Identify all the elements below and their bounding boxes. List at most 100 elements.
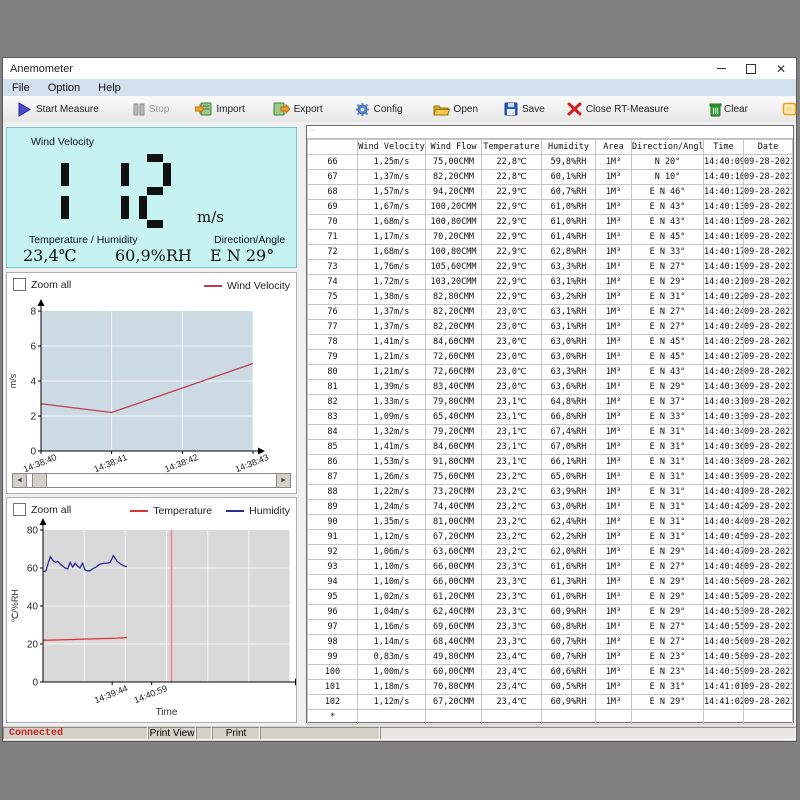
table-cell[interactable]: 1M³ (596, 215, 632, 230)
table-cell[interactable]: 22,9℃ (482, 185, 542, 200)
table-cell[interactable]: 60,7%RH (542, 185, 596, 200)
table-cell[interactable]: 65,0%RH (542, 470, 596, 485)
table-cell[interactable]: 61,0%RH (542, 200, 596, 215)
table-cell[interactable]: 1,67m/s (358, 200, 426, 215)
table-cell[interactable]: 23,1℃ (482, 410, 542, 425)
table-cell[interactable]: 1M³ (596, 395, 632, 410)
table-cell[interactable]: 67,20CMM (426, 530, 482, 545)
table-cell[interactable]: 23,0℃ (482, 305, 542, 320)
table-cell[interactable]: 83,40CMM (426, 380, 482, 395)
table-row[interactable]: 981,14m/s68,40CMM23,3℃60,7%RH1M³E N 27°1… (308, 635, 793, 650)
table-cell[interactable] (704, 710, 744, 725)
table-row[interactable]: 971,16m/s69,60CMM23,3℃60,8%RH1M³E N 27°1… (308, 620, 793, 635)
table-cell[interactable]: 84,60CMM (426, 440, 482, 455)
table-cell[interactable]: 14:40:12 (704, 185, 744, 200)
print-button[interactable]: Print (212, 727, 260, 740)
table-cell[interactable]: 85 (308, 440, 358, 455)
table-cell[interactable]: 23,0℃ (482, 320, 542, 335)
table-cell[interactable]: 22,9℃ (482, 290, 542, 305)
table-cell[interactable]: 61,0%RH (542, 215, 596, 230)
table-cell[interactable]: E N 45° (632, 230, 704, 245)
table-cell[interactable]: 63,3%RH (542, 365, 596, 380)
table-cell[interactable]: 14:40:09 (704, 155, 744, 170)
table-row[interactable]: 891,24m/s74,40CMM23,2℃63,0%RH1M³E N 31°1… (308, 500, 793, 515)
zoom-all-checkbox-1[interactable] (13, 278, 26, 291)
table-cell[interactable] (632, 710, 704, 725)
table-cell[interactable]: 14:40:24 (704, 305, 744, 320)
table-cell[interactable]: 14:40:58 (704, 650, 744, 665)
table-cell[interactable]: 23,0℃ (482, 365, 542, 380)
table-cell[interactable]: 60,00CMM (426, 665, 482, 680)
table-cell[interactable]: 1,09m/s (358, 410, 426, 425)
table-row[interactable]: 671,37m/s82,20CMM22,8℃60,1%RH1M³N 10°14:… (308, 170, 793, 185)
table-cell[interactable]: 95 (308, 590, 358, 605)
table-cell[interactable]: 68 (308, 185, 358, 200)
table-cell[interactable]: 1,10m/s (358, 560, 426, 575)
table-cell[interactable]: 60,5%RH (542, 680, 596, 695)
table-cell[interactable]: 1M³ (596, 455, 632, 470)
table-header-cell[interactable]: Date (744, 140, 793, 155)
table-cell[interactable]: 60,7%RH (542, 650, 596, 665)
table-cell[interactable]: 23,2℃ (482, 470, 542, 485)
table-cell[interactable]: 1M³ (596, 530, 632, 545)
table-cell[interactable]: 1,00m/s (358, 665, 426, 680)
table-cell[interactable]: 63,0%RH (542, 350, 596, 365)
table-row[interactable]: 781,41m/s84,60CMM23,0℃63,0%RH1M³E N 45°1… (308, 335, 793, 350)
table-row[interactable]: 871,26m/s75,60CMM23,2℃65,0%RH1M³E N 31°1… (308, 470, 793, 485)
table-cell[interactable]: 65,40CMM (426, 410, 482, 425)
table-cell[interactable]: 09-28-2021 (744, 410, 793, 425)
chart1-scrollbar[interactable]: ◄ ► (12, 473, 291, 488)
table-cell[interactable]: E N 27° (632, 305, 704, 320)
table-cell[interactable]: 14:40:24 (704, 320, 744, 335)
table-cell[interactable]: 94,20CMM (426, 185, 482, 200)
table-cell[interactable]: 92 (308, 545, 358, 560)
table-cell[interactable]: E N 27° (632, 620, 704, 635)
table-cell[interactable]: 1M³ (596, 650, 632, 665)
table-cell[interactable]: 14:40:36 (704, 440, 744, 455)
table-row[interactable]: 721,68m/s100,80CMM22,9℃62,8%RH1M³E N 33°… (308, 245, 793, 260)
table-cell[interactable]: 09-28-2021 (744, 260, 793, 275)
table-cell[interactable]: 81 (308, 380, 358, 395)
table-cell[interactable]: 09-28-2021 (744, 485, 793, 500)
table-cell[interactable]: 59,8%RH (542, 155, 596, 170)
table-cell[interactable]: E N 29° (632, 545, 704, 560)
table-cell[interactable]: 1M³ (596, 485, 632, 500)
table-cell[interactable]: 14:40:48 (704, 560, 744, 575)
table-cell[interactable]: 1,37m/s (358, 170, 426, 185)
table-cell[interactable]: 1M³ (596, 185, 632, 200)
table-cell[interactable]: 09-28-2021 (744, 245, 793, 260)
table-cell[interactable]: 22,8℃ (482, 155, 542, 170)
table-cell[interactable]: 23,4℃ (482, 695, 542, 710)
table-row[interactable]: 751,38m/s82,80CMM22,9℃63,2%RH1M³E N 31°1… (308, 290, 793, 305)
table-cell[interactable]: 69,60CMM (426, 620, 482, 635)
table-cell[interactable]: 77 (308, 320, 358, 335)
table-cell[interactable]: 14:40:53 (704, 605, 744, 620)
table-cell[interactable]: 1,21m/s (358, 365, 426, 380)
new-row-marker[interactable]: * (308, 710, 358, 725)
table-cell[interactable]: E N 33° (632, 410, 704, 425)
table-cell[interactable]: 1M³ (596, 590, 632, 605)
table-cell[interactable]: E N 29° (632, 275, 704, 290)
table-cell[interactable]: 09-28-2021 (744, 545, 793, 560)
table-cell[interactable]: 79 (308, 350, 358, 365)
table-cell[interactable]: 1M³ (596, 200, 632, 215)
table-cell[interactable]: 1M³ (596, 305, 632, 320)
table-row[interactable]: 701,68m/s100,80CMM22,9℃61,0%RH1M³E N 43°… (308, 215, 793, 230)
table-cell[interactable]: 1,22m/s (358, 485, 426, 500)
table-cell[interactable]: 69 (308, 200, 358, 215)
table-cell[interactable]: 09-28-2021 (744, 230, 793, 245)
table-cell[interactable]: 67,20CMM (426, 695, 482, 710)
table-cell[interactable] (596, 710, 632, 725)
table-cell[interactable]: 09-28-2021 (744, 680, 793, 695)
table-cell[interactable]: 100,80CMM (426, 245, 482, 260)
table-cell[interactable]: 22,9℃ (482, 245, 542, 260)
table-cell[interactable]: 63,0%RH (542, 500, 596, 515)
table-cell[interactable]: 22,9℃ (482, 260, 542, 275)
table-cell[interactable]: 09-28-2021 (744, 590, 793, 605)
table-cell[interactable]: 23,3℃ (482, 605, 542, 620)
table-cell[interactable]: 23,0℃ (482, 350, 542, 365)
table-header-cell[interactable]: Wind Flow (426, 140, 482, 155)
table-cell[interactable]: 1,38m/s (358, 290, 426, 305)
table-cell[interactable]: E N 27° (632, 635, 704, 650)
table-cell[interactable]: 82 (308, 395, 358, 410)
